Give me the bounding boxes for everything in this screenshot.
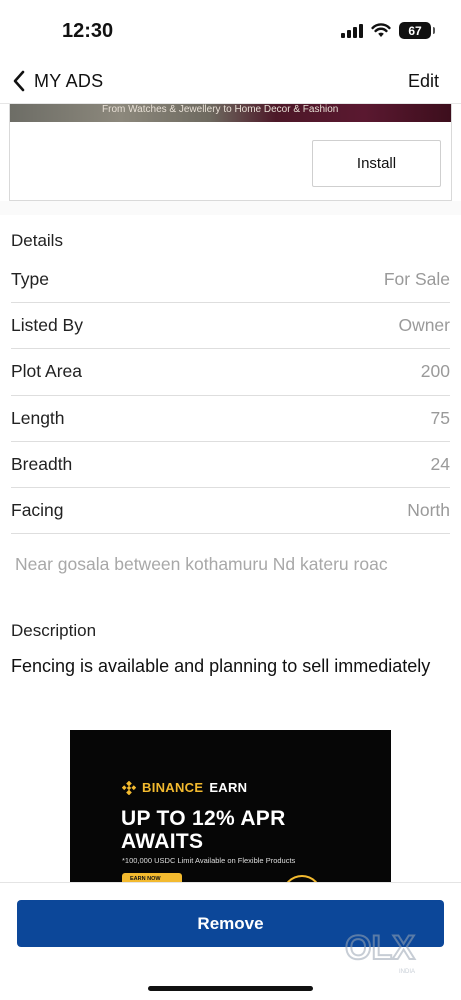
- detail-row-length: Length 75: [11, 396, 450, 442]
- section-divider: [0, 201, 461, 215]
- edit-button[interactable]: Edit: [408, 71, 439, 92]
- description-heading: Description: [11, 621, 97, 640]
- bottom-action-bar: Remove OLX INDIA: [0, 882, 461, 1000]
- detail-row-breadth: Breadth 24: [11, 442, 450, 488]
- cellular-signal-icon: [341, 23, 363, 38]
- detail-label: Facing: [11, 500, 64, 521]
- olx-logo-text: OLX: [345, 929, 415, 967]
- binance-ad-banner[interactable]: BINANCE EARN UP TO 12% APR AWAITS *100,0…: [70, 730, 391, 882]
- status-time: 12:30: [62, 20, 114, 42]
- detail-value: 200: [420, 361, 450, 382]
- chevron-left-icon: [13, 70, 25, 92]
- binance-brand-name: BINANCE: [142, 780, 204, 795]
- promo-headline-line2: AWAITS: [121, 830, 204, 853]
- promo-subtext: *100,000 USDC Limit Available on Flexibl…: [122, 856, 296, 865]
- battery-icon: 67: [399, 22, 435, 39]
- status-icons: 67: [341, 22, 435, 39]
- promo-headline: UP TO 12% APR AWAITS: [121, 807, 286, 853]
- olx-logo-subtext: INDIA: [399, 969, 415, 975]
- detail-value: Owner: [398, 315, 450, 336]
- detail-value: North: [407, 500, 450, 521]
- page-title: MY ADS: [34, 70, 104, 91]
- detail-value: 24: [430, 453, 450, 474]
- detail-value: For Sale: [383, 269, 450, 290]
- back-button[interactable]: MY ADS: [12, 70, 104, 92]
- promo-decoration: [282, 875, 322, 882]
- detail-label: Length: [11, 407, 65, 428]
- ad-banner-text: From Watches & Jewellery to Home Decor &…: [102, 104, 339, 115]
- location-text: Near gosala between kothamuru Nd kateru …: [15, 554, 388, 574]
- promo-headline-line1: UP TO 12% APR: [121, 807, 286, 830]
- binance-logo-icon: [122, 780, 136, 795]
- detail-label: Plot Area: [11, 361, 83, 382]
- binance-brand: BINANCE EARN: [122, 780, 247, 795]
- detail-row-type: Type For Sale: [11, 257, 450, 304]
- olx-logo-icon: OLX INDIA: [344, 928, 416, 975]
- earn-now-button[interactable]: EARN NOW: [122, 873, 182, 882]
- detail-row-facing: Facing North: [11, 488, 450, 535]
- sponsored-ad-card[interactable]: From Watches & Jewellery to Home Decor &…: [9, 104, 452, 201]
- detail-label: Type: [11, 269, 49, 290]
- install-button[interactable]: Install: [312, 140, 441, 187]
- detail-row-listed-by: Listed By Owner: [11, 303, 450, 350]
- home-indicator: [148, 986, 313, 991]
- description-text: Fencing is available and planning to sel…: [11, 656, 431, 676]
- nav-header: MY ADS Edit: [0, 62, 461, 104]
- wifi-icon: [371, 23, 391, 37]
- details-list: Type For Sale Listed By Owner Plot Area …: [11, 257, 450, 535]
- detail-value: 75: [430, 407, 450, 428]
- binance-brand-suffix: EARN: [209, 780, 248, 795]
- details-heading: Details: [11, 231, 63, 250]
- status-bar: 12:30 67: [0, 0, 461, 62]
- detail-label: Breadth: [11, 453, 73, 474]
- detail-label: Listed By: [11, 315, 83, 336]
- battery-level: 67: [408, 23, 422, 38]
- detail-row-plot-area: Plot Area 200: [11, 349, 450, 396]
- ad-banner-image[interactable]: From Watches & Jewellery to Home Decor &…: [10, 104, 451, 122]
